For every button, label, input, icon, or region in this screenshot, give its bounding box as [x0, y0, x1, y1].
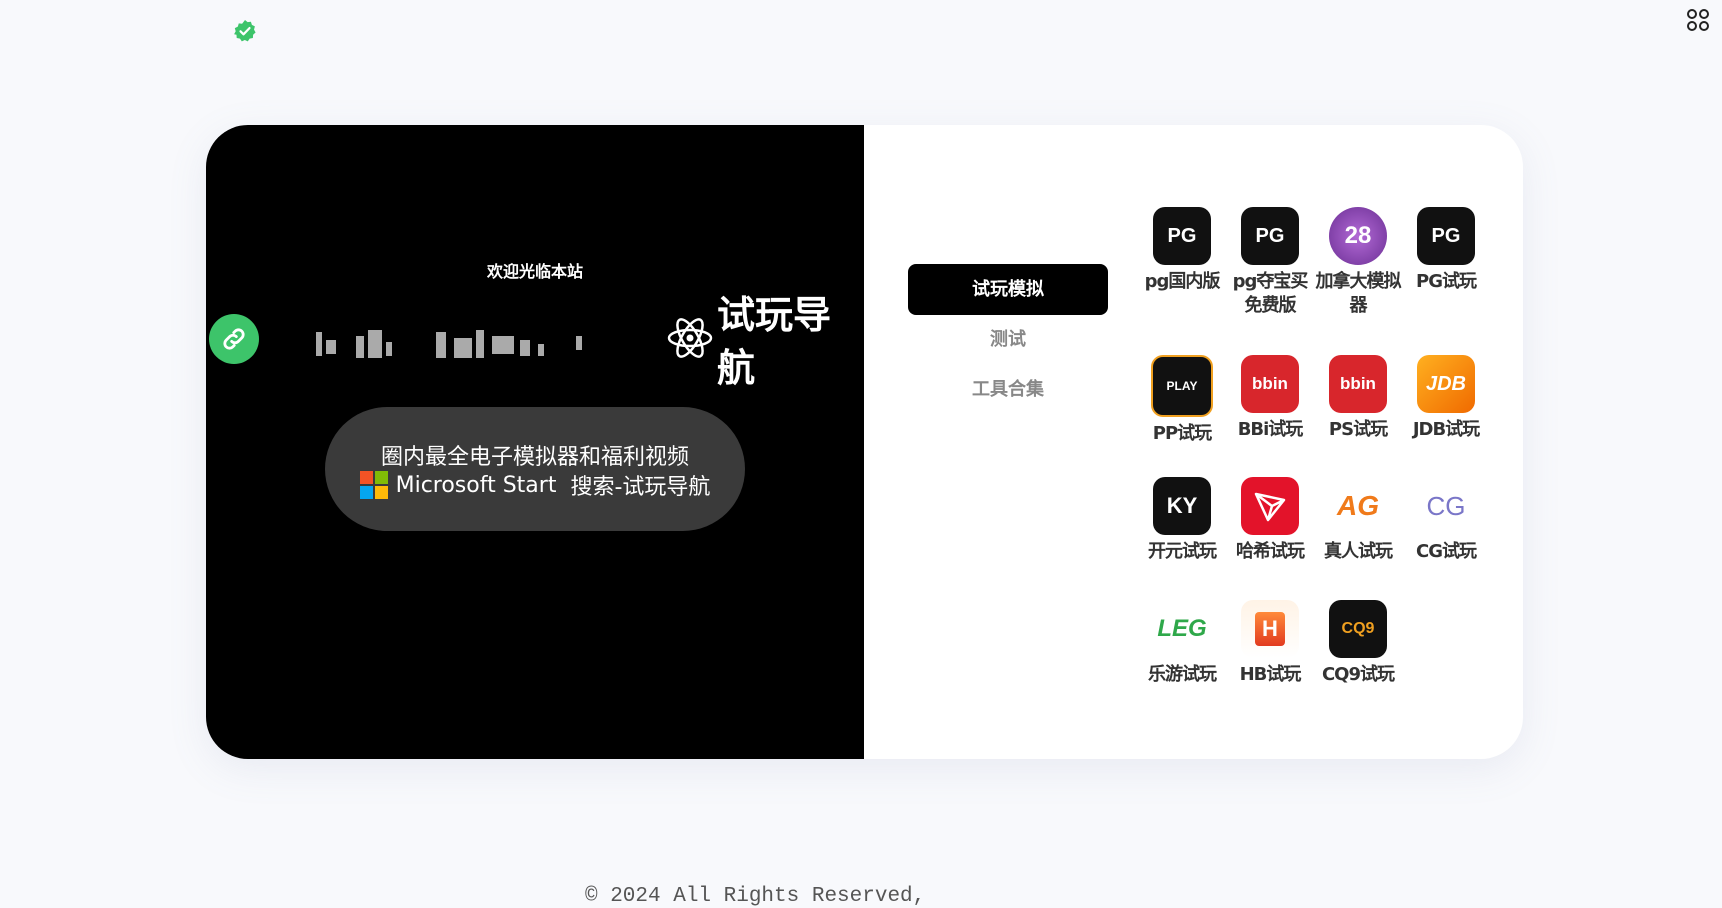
canada28-logo-icon: 28 [1329, 207, 1387, 265]
bbin-logo-icon: bbin [1329, 355, 1387, 413]
pragmatic-play-logo-icon: PLAY [1151, 355, 1213, 417]
tron-logo-icon [1241, 477, 1299, 535]
verified-check-icon [234, 20, 256, 42]
menu-item-trial-simulator[interactable]: 试玩模拟 [908, 264, 1108, 315]
pg-logo-icon: PG [1153, 207, 1211, 265]
game-tile-cg[interactable]: CG CG试玩 [1402, 477, 1490, 600]
game-tile-pg-treasure[interactable]: PG pg夺宝买免费版 [1226, 207, 1314, 355]
game-tile-kaiyuan[interactable]: KY 开元试玩 [1138, 477, 1226, 600]
cg-logo-icon: CG [1417, 477, 1475, 535]
category-menu: 试玩模拟 测试 工具合集 [908, 264, 1108, 415]
game-tile-pg-trial[interactable]: PG PG试玩 [1402, 207, 1490, 355]
game-label: JDB试玩 [1412, 419, 1480, 440]
game-tile-hash[interactable]: 哈希试玩 [1226, 477, 1314, 600]
pg-logo-icon: PG [1241, 207, 1299, 265]
cq9-logo-icon: CQ9 [1329, 600, 1387, 658]
game-label: CG试玩 [1416, 541, 1477, 562]
game-label: CQ9试玩 [1321, 664, 1395, 685]
game-label: PS试玩 [1328, 419, 1388, 440]
game-tile-ps[interactable]: bbin PS试玩 [1314, 355, 1402, 477]
game-tile-bbi[interactable]: bbin BBi试玩 [1226, 355, 1314, 477]
game-tile-pp[interactable]: PLAY PP试玩 [1138, 355, 1226, 477]
game-tile-leyou[interactable]: LEG 乐游试玩 [1138, 600, 1226, 710]
copy-link-button[interactable] [209, 314, 259, 364]
microsoft-logo-icon [359, 471, 388, 499]
game-label: BBi试玩 [1237, 419, 1304, 440]
game-label: 开元试玩 [1148, 541, 1217, 562]
hero-panel: 欢迎光临本站 试玩导航 圈内最全电子模拟器和福利视频 Microsoft Sta… [206, 125, 864, 759]
game-label: pg夺宝买免费版 [1232, 271, 1309, 316]
search-promo-pill: 圈内最全电子模拟器和福利视频 Microsoft Start 搜索-试玩导航 [325, 407, 745, 531]
game-tile-jdb[interactable]: JDB JDB试玩 [1402, 355, 1490, 477]
atom-icon [667, 318, 713, 358]
link-icon [223, 328, 245, 350]
game-tile-pg-domestic[interactable]: PG pg国内版 [1138, 207, 1226, 355]
search-hint: 搜索-试玩导航 [570, 475, 711, 500]
game-label: 哈希试玩 [1236, 541, 1305, 562]
apps-grid-icon[interactable] [1686, 8, 1710, 32]
footer-copyright: © 2024 All Rights Reserved, [585, 885, 926, 908]
brand-name: Microsoft Start [395, 472, 557, 498]
game-label: 真人试玩 [1324, 541, 1393, 562]
jdb-logo-icon: JDB [1417, 355, 1475, 413]
promo-line: 圈内最全电子模拟器和福利视频 [380, 445, 689, 470]
ag-logo-icon: AG [1329, 477, 1387, 535]
promo-search-line: Microsoft Start 搜索-试玩导航 [325, 469, 745, 501]
glitch-animation-graphic [316, 330, 582, 358]
tron-triangle-icon [1254, 492, 1286, 522]
game-tile-cq9[interactable]: CQ9 CQ9试玩 [1314, 600, 1402, 710]
game-label: PP试玩 [1152, 423, 1212, 444]
game-label: 加拿大模拟器 [1315, 271, 1402, 316]
menu-item-tools[interactable]: 工具合集 [908, 365, 1108, 415]
game-label: HB试玩 [1239, 664, 1302, 685]
site-title: 试玩导航 [717, 293, 832, 390]
main-card: 欢迎光临本站 试玩导航 圈内最全电子模拟器和福利视频 Microsoft Sta… [206, 125, 1523, 759]
bbin-logo-icon: bbin [1241, 355, 1299, 413]
habanero-logo-icon: H [1241, 600, 1299, 658]
game-tile-live[interactable]: AG 真人试玩 [1314, 477, 1402, 600]
game-label: pg国内版 [1144, 271, 1221, 292]
game-label: PG试玩 [1416, 271, 1477, 292]
ky-logo-icon: KY [1153, 477, 1211, 535]
menu-item-test[interactable]: 测试 [908, 315, 1108, 365]
game-tile-hb[interactable]: H HB试玩 [1226, 600, 1314, 710]
welcome-text: 欢迎光临本站 [486, 262, 583, 281]
game-grid: PG pg国内版 PG pg夺宝买免费版 28 加拿大模拟器 PG PG试玩 P… [1138, 207, 1498, 710]
game-label: 乐游试玩 [1148, 664, 1217, 685]
leg-logo-icon: LEG [1153, 600, 1211, 658]
game-tile-canada-simulator[interactable]: 28 加拿大模拟器 [1314, 207, 1402, 355]
pg-logo-icon: PG [1417, 207, 1475, 265]
